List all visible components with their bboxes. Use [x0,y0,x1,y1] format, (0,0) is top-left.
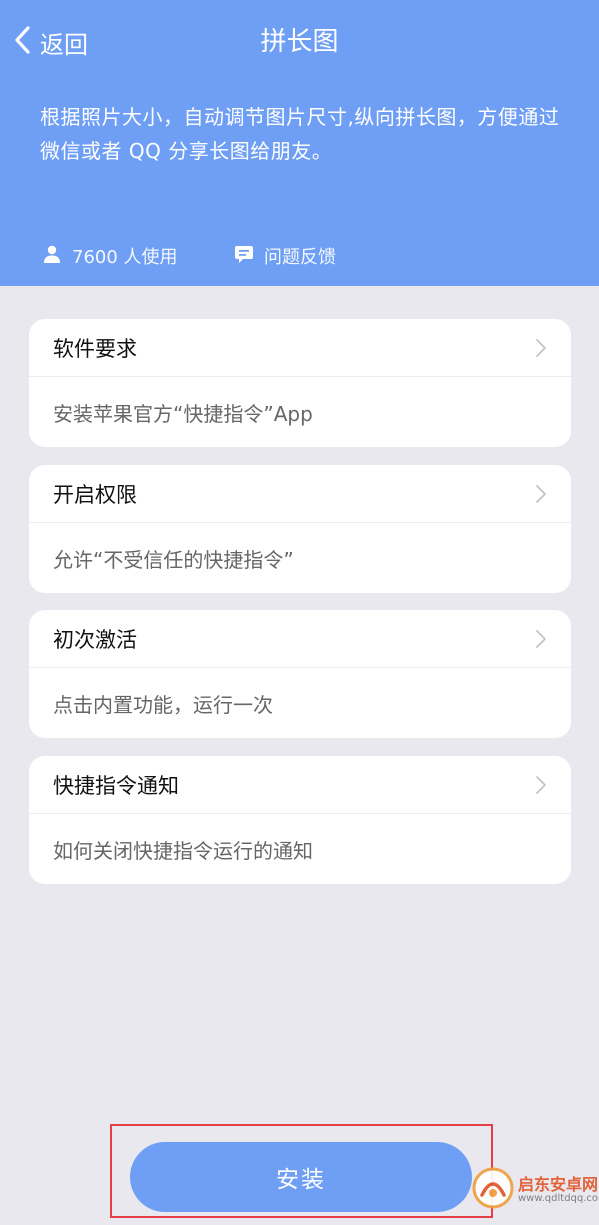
card-header[interactable]: 快捷指令通知 [29,756,571,814]
card-header[interactable]: 软件要求 [29,319,571,377]
card-title: 开启权限 [53,482,137,507]
watermark: 启东安卓网 www.qdltdqq.com [472,1158,599,1222]
page-title: 拼长图 [260,27,339,57]
card-enable-permission[interactable]: 开启权限 允许“不受信任的快捷指令” [29,465,571,593]
watermark-name: 启东安卓网 [518,1174,599,1194]
card-subtitle: 允许“不受信任的快捷指令” [53,547,294,572]
card-software-requirement[interactable]: 软件要求 安装苹果官方“快捷指令”App [29,319,571,447]
card-header[interactable]: 初次激活 [29,610,571,668]
watermark-url: www.qdltdqq.com [518,1193,599,1205]
chat-bubble-icon [234,244,264,269]
chevron-left-icon [12,25,34,59]
back-label: 返回 [40,30,88,59]
watermark-logo-icon [472,1167,514,1213]
chevron-right-icon [535,484,547,504]
card-subtitle: 如何关闭快捷指令运行的通知 [53,838,313,863]
description-text: 根据照片大小，自动调节图片尺寸,纵向拼长图，方便通过微信或者 QQ 分享长图给朋… [40,105,560,163]
card-shortcut-notification[interactable]: 快捷指令通知 如何关闭快捷指令运行的通知 [29,756,571,884]
chevron-right-icon [535,338,547,358]
card-subtitle: 安装苹果官方“快捷指令”App [53,401,313,426]
chevron-right-icon [535,629,547,649]
card-title: 快捷指令通知 [53,773,179,798]
usage-count-label: 7600 人使用 [72,247,178,268]
chevron-right-icon [535,775,547,795]
card-title: 软件要求 [53,336,137,361]
header-banner: 返回 拼长图 根据照片大小，自动调节图片尺寸,纵向拼长图，方便通过微信或者 QQ… [0,0,599,286]
card-title: 初次激活 [53,627,137,652]
card-subtitle: 点击内置功能，运行一次 [53,692,273,717]
card-header[interactable]: 开启权限 [29,465,571,523]
install-button[interactable]: 安装 [130,1142,472,1212]
person-icon [42,244,72,269]
back-button[interactable]: 返回 [12,22,88,62]
feedback-label: 问题反馈 [264,247,336,268]
usage-count: 7600 人使用 [42,240,178,272]
card-first-activation[interactable]: 初次激活 点击内置功能，运行一次 [29,610,571,738]
feedback-link[interactable]: 问题反馈 [234,240,336,272]
